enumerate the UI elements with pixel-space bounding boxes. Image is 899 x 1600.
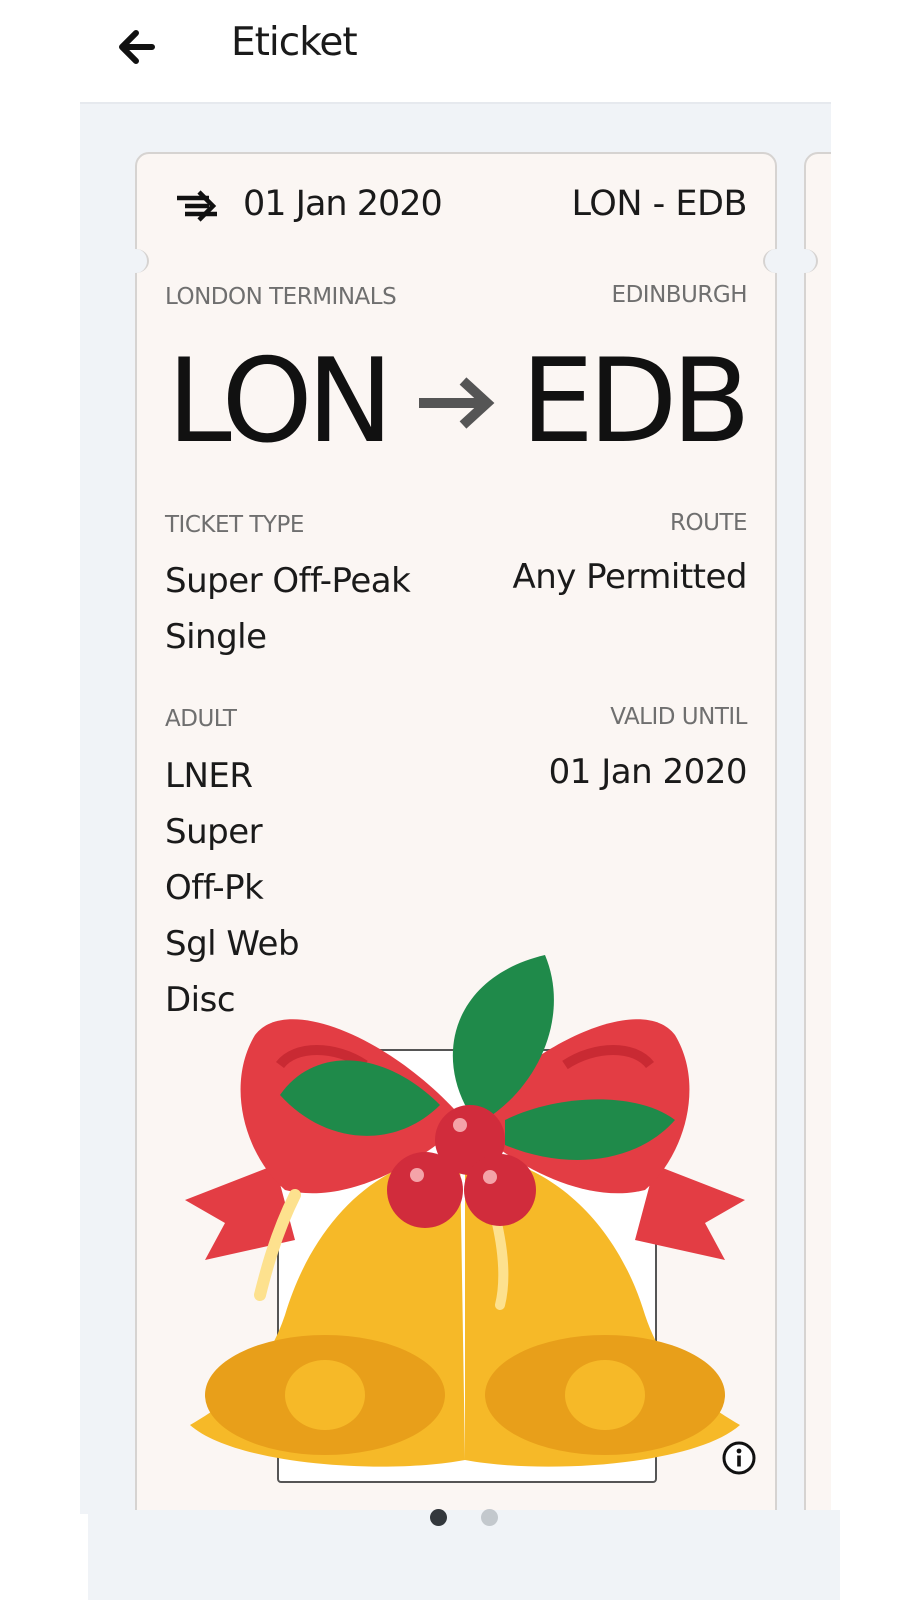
app-header: Eticket [0, 0, 899, 102]
ticket-type-value: Super Off-Peak Single [165, 553, 411, 665]
fare-line: Off-Pk [165, 868, 264, 908]
fare-line: LNER [165, 756, 253, 796]
ticket-type-label: TICKET TYPE [165, 512, 304, 538]
page-dot-active[interactable] [430, 1509, 447, 1526]
route-value: Any Permitted [512, 557, 747, 597]
ticket-type-line: Super Off-Peak [165, 561, 411, 601]
valid-until-label: VALID UNTIL [610, 704, 747, 730]
destination-station-name: EDINBURGH [611, 282, 748, 308]
valid-until-value: 01 Jan 2020 [548, 752, 748, 792]
arrow-left-icon [119, 30, 155, 64]
destination-code: EDB [520, 334, 751, 469]
travel-date: 01 Jan 2020 [243, 184, 443, 224]
origin-station-name: LONDON TERMINALS [165, 284, 397, 310]
national-rail-icon [177, 190, 217, 222]
ticket-type-line: Single [165, 617, 267, 657]
fare-line: Super [165, 812, 263, 852]
arrow-right-icon [419, 377, 495, 429]
ticket-notch-right [763, 249, 789, 273]
carousel-footer [88, 1510, 840, 1600]
ticket-notch-left [123, 249, 149, 273]
ticket-notch-left [792, 249, 818, 273]
christmas-bells-sticker [185, 955, 745, 1467]
next-ticket-card[interactable] [792, 152, 831, 1514]
route-label: ROUTE [669, 510, 748, 536]
route-code: LON - EDB [571, 184, 748, 224]
page-dot[interactable] [481, 1509, 498, 1526]
back-button[interactable] [112, 22, 162, 72]
origin-code: LON [167, 334, 394, 469]
page-title: Eticket [231, 20, 358, 65]
passenger-label: ADULT [165, 706, 237, 732]
